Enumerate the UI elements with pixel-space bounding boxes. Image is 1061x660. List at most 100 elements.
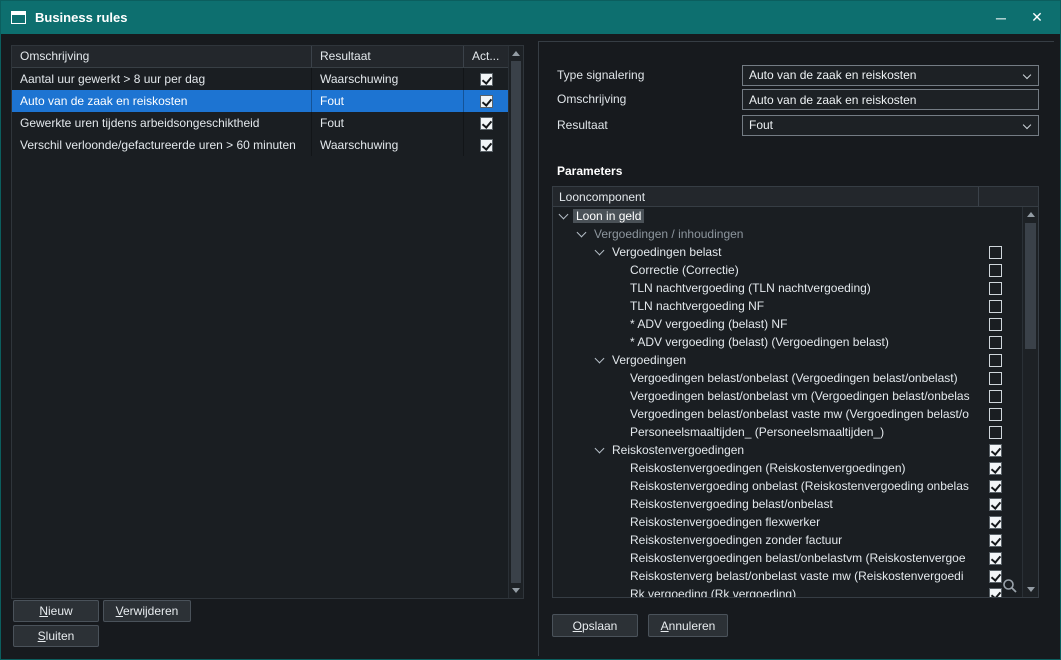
tree-node[interactable]: Personeelsmaaltijden_ (Personeelsmaaltij… bbox=[553, 423, 1022, 441]
scroll-down-arrow-icon[interactable] bbox=[509, 583, 523, 598]
column-header-actief[interactable]: Act... bbox=[464, 46, 508, 67]
tree-node-label: Vergoedingen / inhoudingen bbox=[591, 227, 746, 241]
tree-node-main: TLN nachtvergoeding (TLN nachtvergoeding… bbox=[553, 281, 989, 295]
tree-node-check-cell bbox=[989, 282, 1022, 295]
tree-node-main: Reiskostenvergoeding belast/onbelast bbox=[553, 497, 989, 511]
tree-node[interactable]: Vergoedingen belast/onbelast vm (Vergoed… bbox=[553, 387, 1022, 405]
tree-node-main: Vergoedingen bbox=[553, 353, 989, 367]
tree-node[interactable]: TLN nachtvergoeding (TLN nachtvergoeding… bbox=[553, 279, 1022, 297]
titlebar[interactable]: Business rules ─ ✕ bbox=[1, 1, 1060, 34]
tree-node-checkbox[interactable] bbox=[989, 570, 1002, 583]
opslaan-button[interactable]: Opslaan bbox=[552, 614, 638, 637]
search-icon[interactable] bbox=[1002, 578, 1018, 594]
scroll-down-arrow-icon[interactable] bbox=[1023, 582, 1038, 597]
rule-omschrijving: Auto van de zaak en reiskosten bbox=[12, 90, 312, 112]
tree-node[interactable]: TLN nachtvergoeding NF bbox=[553, 297, 1022, 315]
rule-actief-checkbox[interactable] bbox=[480, 117, 493, 130]
tree-node[interactable]: Correctie (Correctie) bbox=[553, 261, 1022, 279]
tree-node[interactable]: Reiskostenvergoedingen (Reiskostenvergoe… bbox=[553, 459, 1022, 477]
rule-actief-checkbox[interactable] bbox=[480, 95, 493, 108]
tree-node-label: Vergoedingen bbox=[609, 353, 689, 367]
tree-node-checkbox[interactable] bbox=[989, 354, 1002, 367]
tree-node-main: TLN nachtvergoeding NF bbox=[553, 299, 989, 313]
tree-node-checkbox[interactable] bbox=[989, 282, 1002, 295]
nieuw-button[interactable]: Nieuw bbox=[13, 600, 99, 622]
tree-node-label: Reiskostenvergoedingen belast/onbelastvm… bbox=[627, 551, 969, 565]
tree-node-checkbox[interactable] bbox=[989, 498, 1002, 511]
window-controls: ─ ✕ bbox=[988, 6, 1050, 30]
tree-node[interactable]: Reiskostenvergoeding onbelast (Reiskoste… bbox=[553, 477, 1022, 495]
tree-node-checkbox[interactable] bbox=[989, 408, 1002, 421]
tree-node-check-cell bbox=[989, 426, 1022, 439]
tree-node-checkbox[interactable] bbox=[989, 372, 1002, 385]
window-title: Business rules bbox=[35, 10, 128, 25]
tree-node[interactable]: Reiskostenvergoedingen belast/onbelastvm… bbox=[553, 549, 1022, 567]
tree-node[interactable]: Reiskostenvergoeding belast/onbelast bbox=[553, 495, 1022, 513]
scrollbar-thumb[interactable] bbox=[511, 61, 521, 583]
tree-node-checkbox[interactable] bbox=[989, 462, 1002, 475]
annuleren-button[interactable]: Annuleren bbox=[648, 614, 728, 637]
tree-node-checkbox[interactable] bbox=[989, 480, 1002, 493]
table-row[interactable]: Aantal uur gewerkt > 8 uur per dagWaarsc… bbox=[12, 68, 508, 90]
tree-node[interactable]: Vergoedingen belast/onbelast vaste mw (V… bbox=[553, 405, 1022, 423]
resultaat-select[interactable]: Fout bbox=[742, 115, 1039, 136]
expander-chevron-down-icon[interactable] bbox=[593, 443, 607, 457]
omschrijving-input[interactable] bbox=[742, 89, 1039, 110]
tree-node-checkbox[interactable] bbox=[989, 588, 1002, 598]
tree-node-checkbox[interactable] bbox=[989, 246, 1002, 259]
tree-node[interactable]: Reiskostenvergoedingen flexwerker bbox=[553, 513, 1022, 531]
tree-node[interactable]: * ADV vergoeding (belast) NF bbox=[553, 315, 1022, 333]
sluiten-button[interactable]: Sluiten bbox=[13, 625, 99, 647]
tree-node-check-cell bbox=[989, 408, 1022, 421]
tree-node-checkbox[interactable] bbox=[989, 390, 1002, 403]
tree-node[interactable]: Reiskostenverg belast/onbelast vaste mw … bbox=[553, 567, 1022, 585]
verwijderen-button[interactable]: Verwijderen bbox=[103, 600, 191, 622]
table-row[interactable]: Auto van de zaak en reiskostenFout bbox=[12, 90, 508, 112]
tree-node[interactable]: Loon in geld bbox=[553, 207, 1022, 225]
tree-node-checkbox[interactable] bbox=[989, 534, 1002, 547]
expander-chevron-down-icon[interactable] bbox=[557, 209, 571, 223]
type-signalering-select[interactable]: Auto van de zaak en reiskosten bbox=[742, 65, 1039, 86]
expander-chevron-down-icon[interactable] bbox=[593, 245, 607, 259]
tree-scrollbar[interactable] bbox=[1022, 207, 1038, 597]
tree-node[interactable]: Vergoedingen bbox=[553, 351, 1022, 369]
tree-node-main: Vergoedingen belast/onbelast vm (Vergoed… bbox=[553, 389, 989, 403]
rule-actief-checkbox[interactable] bbox=[480, 73, 493, 86]
tree-node[interactable]: Reiskostenvergoedingen bbox=[553, 441, 1022, 459]
expander-chevron-down-icon[interactable] bbox=[593, 353, 607, 367]
tree-node-main: Vergoedingen belast bbox=[553, 245, 989, 259]
rule-actief-cell bbox=[464, 68, 508, 90]
scroll-up-arrow-icon[interactable] bbox=[1023, 207, 1038, 222]
tree-node-main: Reiskostenvergoedingen zonder factuur bbox=[553, 533, 989, 547]
minimize-button[interactable]: ─ bbox=[988, 6, 1014, 30]
table-row[interactable]: Gewerkte uren tijdens arbeidsongeschikth… bbox=[12, 112, 508, 134]
column-header-omschrijving[interactable]: Omschrijving bbox=[12, 46, 312, 67]
table-row[interactable]: Verschil verloonde/gefactureerde uren > … bbox=[12, 134, 508, 156]
tree-node-label: Reiskostenverg belast/onbelast vaste mw … bbox=[627, 569, 967, 583]
tree-node[interactable]: Vergoedingen / inhoudingen bbox=[553, 225, 1022, 243]
tree-column-header[interactable]: Looncomponent bbox=[553, 187, 1038, 207]
tree-node-checkbox[interactable] bbox=[989, 552, 1002, 565]
tree-node-checkbox[interactable] bbox=[989, 426, 1002, 439]
tree-node-checkbox[interactable] bbox=[989, 336, 1002, 349]
tree-node-checkbox[interactable] bbox=[989, 516, 1002, 529]
scrollbar-thumb[interactable] bbox=[1025, 223, 1036, 349]
tree-node-checkbox[interactable] bbox=[989, 318, 1002, 331]
tree-node[interactable]: Rk vergoeding (Rk vergoeding) bbox=[553, 585, 1022, 597]
tree-node-checkbox[interactable] bbox=[989, 444, 1002, 457]
expander-chevron-down-icon[interactable] bbox=[575, 227, 589, 241]
rule-actief-cell bbox=[464, 112, 508, 134]
tree-node-label: Reiskostenvergoedingen flexwerker bbox=[627, 515, 823, 529]
tree-node[interactable]: Vergoedingen belast bbox=[553, 243, 1022, 261]
scroll-up-arrow-icon[interactable] bbox=[509, 46, 523, 61]
tree-node-checkbox[interactable] bbox=[989, 300, 1002, 313]
tree-node[interactable]: Vergoedingen belast/onbelast (Vergoeding… bbox=[553, 369, 1022, 387]
tree-node[interactable]: Reiskostenvergoedingen zonder factuur bbox=[553, 531, 1022, 549]
column-header-resultaat[interactable]: Resultaat bbox=[312, 46, 464, 67]
rules-table-scrollbar[interactable] bbox=[508, 46, 523, 598]
business-rules-window: Business rules ─ ✕ Omschrijving Resultaa… bbox=[0, 0, 1061, 660]
rule-actief-checkbox[interactable] bbox=[480, 139, 493, 152]
tree-node[interactable]: * ADV vergoeding (belast) (Vergoedingen … bbox=[553, 333, 1022, 351]
close-button[interactable]: ✕ bbox=[1024, 6, 1050, 30]
tree-node-checkbox[interactable] bbox=[989, 264, 1002, 277]
